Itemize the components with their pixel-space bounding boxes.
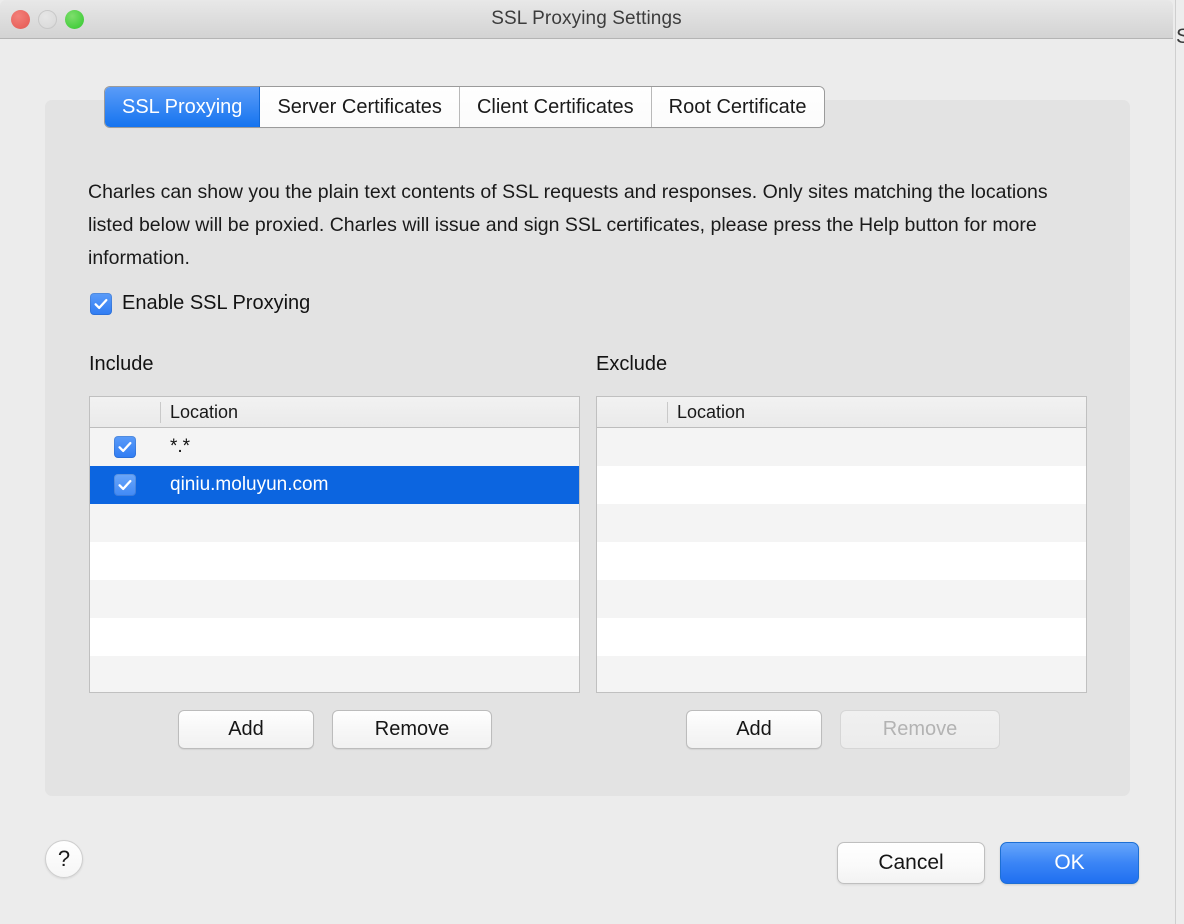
table-row-empty[interactable] xyxy=(90,542,579,580)
window-title: SSL Proxying Settings xyxy=(0,0,1173,38)
tab-root-certificate[interactable]: Root Certificate xyxy=(652,87,824,127)
row-checkbox[interactable] xyxy=(114,474,136,496)
exclude-table-header: Location xyxy=(597,397,1086,428)
include-table-body: *.* qiniu.moluyun.com xyxy=(90,428,579,693)
cancel-button[interactable]: Cancel xyxy=(837,842,985,884)
table-row-empty[interactable] xyxy=(90,618,579,656)
include-section-label: Include xyxy=(89,353,154,376)
tab-client-certificates[interactable]: Client Certificates xyxy=(460,87,652,127)
include-add-button[interactable]: Add xyxy=(178,710,314,749)
enable-ssl-proxying-row[interactable]: Enable SSL Proxying xyxy=(90,292,310,315)
background-window-partial-text: S xyxy=(1176,22,1184,52)
table-row-empty[interactable] xyxy=(597,656,1086,693)
ssl-proxying-settings-window: SSL Proxying Settings SSL Proxying Serve… xyxy=(0,0,1173,924)
enable-ssl-proxying-checkbox[interactable] xyxy=(90,293,112,315)
include-column-header-location: Location xyxy=(170,397,238,428)
exclude-add-button[interactable]: Add xyxy=(686,710,822,749)
tab-server-certificates[interactable]: Server Certificates xyxy=(260,87,460,127)
table-row-empty[interactable] xyxy=(597,466,1086,504)
row-checkbox-cell[interactable] xyxy=(90,436,160,458)
tab-bar: SSL Proxying Server Certificates Client … xyxy=(105,87,824,127)
row-checkbox-cell[interactable] xyxy=(90,474,160,496)
include-locations-table[interactable]: Location *.* xyxy=(89,396,580,693)
help-button[interactable]: ? xyxy=(45,840,83,878)
table-row-empty[interactable] xyxy=(90,656,579,693)
include-table-header: Location xyxy=(90,397,579,428)
exclude-table-body xyxy=(597,428,1086,693)
background-window-edge xyxy=(1175,0,1184,924)
exclude-locations-table[interactable]: Location xyxy=(596,396,1087,693)
row-location-value: qiniu.moluyun.com xyxy=(160,474,328,496)
exclude-column-header-location: Location xyxy=(677,397,745,428)
enable-ssl-proxying-label: Enable SSL Proxying xyxy=(122,292,310,315)
table-row-empty[interactable] xyxy=(597,428,1086,466)
tab-ssl-proxying[interactable]: SSL Proxying xyxy=(105,87,260,127)
exclude-section-label: Exclude xyxy=(596,353,667,376)
table-row[interactable]: *.* xyxy=(90,428,579,466)
column-divider xyxy=(667,402,668,423)
table-row-empty[interactable] xyxy=(597,504,1086,542)
column-divider xyxy=(160,402,161,423)
window-titlebar: SSL Proxying Settings xyxy=(0,0,1173,39)
row-location-value: *.* xyxy=(160,436,190,458)
table-row-empty[interactable] xyxy=(90,580,579,618)
exclude-remove-button: Remove xyxy=(840,710,1000,749)
include-remove-button[interactable]: Remove xyxy=(332,710,492,749)
row-checkbox[interactable] xyxy=(114,436,136,458)
table-row-empty[interactable] xyxy=(90,504,579,542)
table-row-empty[interactable] xyxy=(597,580,1086,618)
table-row-empty[interactable] xyxy=(597,618,1086,656)
ok-button[interactable]: OK xyxy=(1000,842,1139,884)
table-row[interactable]: qiniu.moluyun.com xyxy=(90,466,579,504)
description-text: Charles can show you the plain text cont… xyxy=(88,176,1078,275)
table-row-empty[interactable] xyxy=(597,542,1086,580)
